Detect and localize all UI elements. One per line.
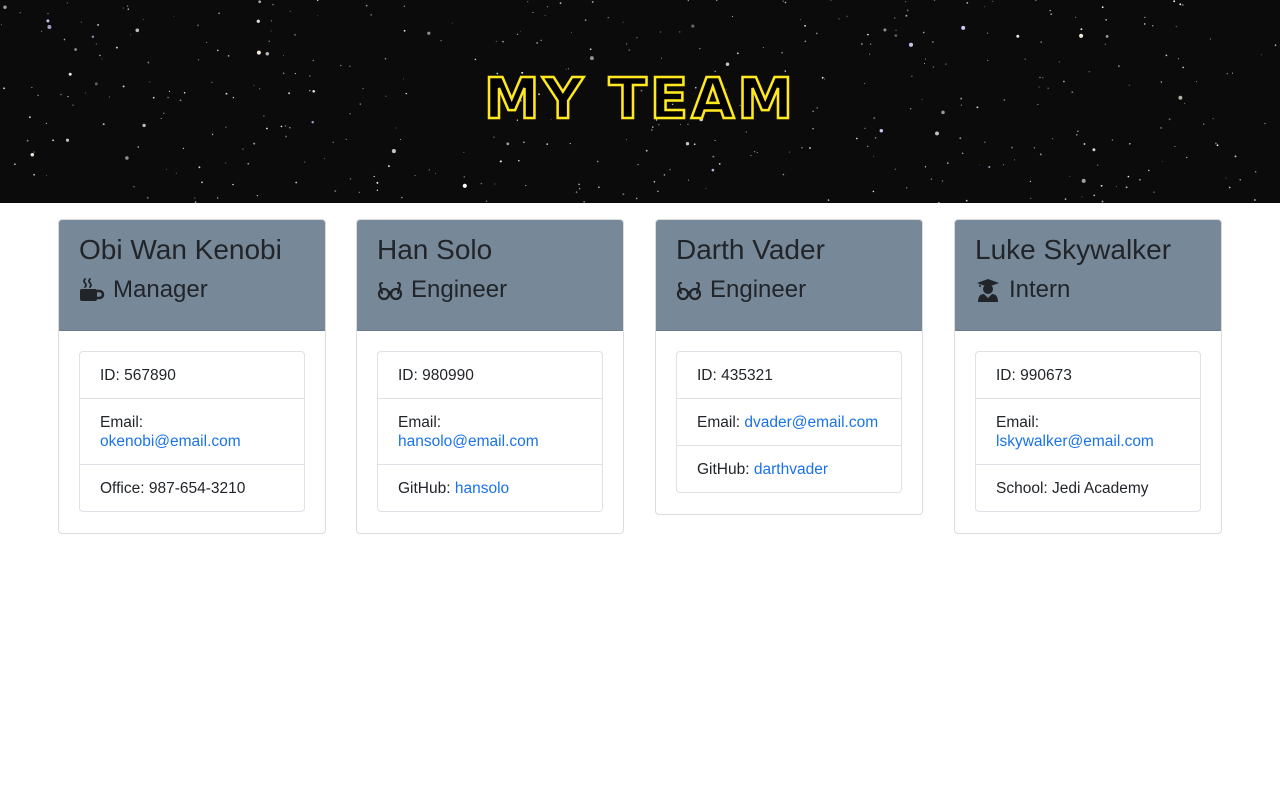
email-label: Email: xyxy=(100,414,144,431)
details-list: ID: 980990 Email: hansolo@email.com GitH… xyxy=(377,351,603,512)
employee-role-label: Manager xyxy=(113,276,208,303)
email-row: Email: dvader@email.com xyxy=(677,399,901,446)
employee-name: Darth Vader xyxy=(676,234,825,265)
email-link[interactable]: lskywalker@email.com xyxy=(996,433,1154,450)
email-link[interactable]: hansolo@email.com xyxy=(398,433,539,450)
github-label: GitHub: xyxy=(398,480,451,497)
employee-role: Engineer xyxy=(377,275,603,305)
office-number: 987-654-3210 xyxy=(148,480,246,497)
card-header: Han Solo Engineer xyxy=(357,220,623,331)
employee-card-intern: Luke Skywalker Intern ID: 990673 Email: l… xyxy=(954,219,1222,534)
email-row: Email: okenobi@email.com xyxy=(80,399,304,465)
details-list: ID: 435321 Email: dvader@email.com GitHu… xyxy=(676,351,902,493)
github-row: GitHub: darthvader xyxy=(677,446,901,492)
card-body: ID: 980990 Email: hansolo@email.com GitH… xyxy=(357,331,623,533)
glasses-icon xyxy=(676,278,702,302)
employee-role-label: Intern xyxy=(1009,276,1071,303)
employee-card-manager: Obi Wan Kenobi Manager ID: 567890 Email:… xyxy=(58,219,326,534)
id-value: 990673 xyxy=(1020,367,1072,384)
email-label: Email: xyxy=(996,414,1040,431)
email-row: Email: lskywalker@email.com xyxy=(976,399,1200,465)
id-row: ID: 567890 xyxy=(80,352,304,399)
email-label: Email: xyxy=(398,414,442,431)
github-label: GitHub: xyxy=(697,461,750,478)
office-label: Office: xyxy=(100,480,145,497)
card-header: Obi Wan Kenobi Manager xyxy=(59,220,325,331)
employee-card-engineer: Han Solo Engineer ID: 980990 Email: hans… xyxy=(356,219,624,534)
school-name: Jedi Academy xyxy=(1052,480,1149,497)
mug-icon xyxy=(79,278,105,302)
graduate-icon xyxy=(975,278,1001,302)
employee-role-label: Engineer xyxy=(710,276,807,303)
school-row: School: Jedi Academy xyxy=(976,465,1200,511)
employee-role: Engineer xyxy=(676,275,902,305)
id-value: 980990 xyxy=(422,367,474,384)
employee-name: Luke Skywalker xyxy=(975,234,1172,265)
github-link[interactable]: darthvader xyxy=(754,461,828,478)
id-label: ID: xyxy=(398,367,418,384)
details-list: ID: 567890 Email: okenobi@email.com Offi… xyxy=(79,351,305,512)
glasses-icon xyxy=(377,278,403,302)
id-label: ID: xyxy=(100,367,120,384)
id-value: 435321 xyxy=(721,367,773,384)
employee-role: Intern xyxy=(975,275,1201,305)
page-title: MY TEAM xyxy=(483,66,797,133)
email-label: Email: xyxy=(697,414,741,431)
id-label: ID: xyxy=(697,367,717,384)
employee-name: Han Solo xyxy=(377,234,493,265)
id-row: ID: 980990 xyxy=(378,352,602,399)
card-body: ID: 567890 Email: okenobi@email.com Offi… xyxy=(59,331,325,533)
details-list: ID: 990673 Email: lskywalker@email.com Sc… xyxy=(975,351,1201,512)
card-body: ID: 435321 Email: dvader@email.com GitHu… xyxy=(656,331,922,514)
github-link[interactable]: hansolo xyxy=(455,480,509,497)
card-header: Darth Vader Engineer xyxy=(656,220,922,331)
id-row: ID: 990673 xyxy=(976,352,1200,399)
employee-role-label: Engineer xyxy=(411,276,508,303)
github-row: GitHub: hansolo xyxy=(378,465,602,511)
email-link[interactable]: okenobi@email.com xyxy=(100,433,241,450)
employee-role: Manager xyxy=(79,275,305,305)
employee-name: Obi Wan Kenobi xyxy=(79,234,282,265)
card-body: ID: 990673 Email: lskywalker@email.com Sc… xyxy=(955,331,1221,533)
email-link[interactable]: dvader@email.com xyxy=(744,414,878,431)
email-row: Email: hansolo@email.com xyxy=(378,399,602,465)
office-row: Office: 987-654-3210 xyxy=(80,465,304,511)
school-label: School: xyxy=(996,480,1048,497)
card-header: Luke Skywalker Intern xyxy=(955,220,1221,331)
id-value: 567890 xyxy=(124,367,176,384)
id-row: ID: 435321 xyxy=(677,352,901,399)
employee-card-engineer: Darth Vader Engineer ID: 435321 Email: d… xyxy=(655,219,923,515)
id-label: ID: xyxy=(996,367,1016,384)
hero-banner: MY TEAM xyxy=(0,0,1280,203)
